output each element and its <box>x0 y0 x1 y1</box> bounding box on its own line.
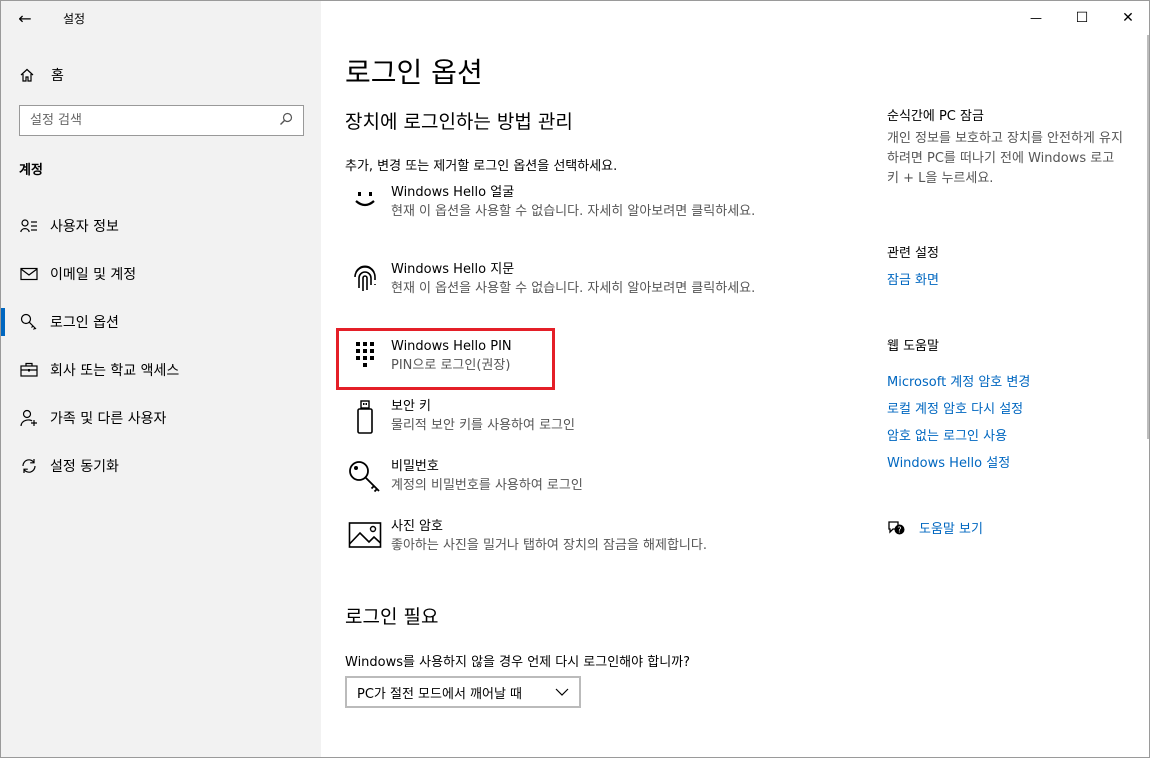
sidebar-item-sign-in-options[interactable]: 로그인 옵션 <box>1 298 321 346</box>
option-desc: 계정의 비밀번호를 사용하여 로그인 <box>391 478 583 493</box>
home-label: 홈 <box>51 68 64 84</box>
maximize-button[interactable]: ☐ <box>1059 1 1105 35</box>
help-link-reset-local-password[interactable]: 로컬 계정 암호 다시 설정 <box>887 398 1023 417</box>
sidebar-item-home[interactable]: 홈 <box>1 59 321 91</box>
highlight-box <box>336 328 555 390</box>
option-hello-face[interactable]: Windows Hello 얼굴 현재 이 옵션을 사용할 수 없습니다. 자세… <box>345 184 785 224</box>
lock-pc-title: 순식간에 PC 잠금 <box>887 109 984 124</box>
search-icon[interactable] <box>279 111 293 130</box>
related-settings-title: 관련 설정 <box>887 246 939 261</box>
picture-icon <box>345 518 385 558</box>
svg-text:?: ? <box>897 525 901 534</box>
get-help-row[interactable]: ? 도움말 보기 <box>887 518 983 537</box>
back-arrow-icon: ← <box>18 8 32 28</box>
home-icon <box>19 67 39 83</box>
minimize-button[interactable]: — <box>1013 1 1059 35</box>
window-controls: — ☐ ✕ <box>1013 1 1149 35</box>
option-name: 사진 암호 <box>391 519 443 534</box>
help-chat-icon: ? <box>887 520 905 536</box>
option-name: 보안 키 <box>391 399 432 414</box>
sidebar-section-label: 계정 <box>19 163 43 178</box>
section-title-require-sign-in: 로그인 필요 <box>345 606 439 628</box>
instruction-text: 추가, 변경 또는 제거할 로그인 옵션을 선택하세요. <box>345 159 618 174</box>
option-hello-fingerprint[interactable]: Windows Hello 지문 현재 이 옵션을 사용할 수 없습니다. 자세… <box>345 261 785 301</box>
sidebar-item-work-school[interactable]: 회사 또는 학교 액세스 <box>1 346 321 394</box>
help-link-hello-setup[interactable]: Windows Hello 설정 <box>887 452 1010 471</box>
option-name: 비밀번호 <box>391 459 439 474</box>
back-button[interactable]: ← <box>1 1 49 35</box>
sidebar-item-label: 회사 또는 학교 액세스 <box>50 363 180 379</box>
search-box[interactable] <box>19 105 304 136</box>
app-title: 설정 <box>63 11 86 26</box>
sidebar-item-label: 로그인 옵션 <box>50 315 119 331</box>
mail-icon <box>19 267 39 281</box>
sidebar-item-label: 사용자 정보 <box>50 219 119 235</box>
require-sign-in-dropdown[interactable]: PC가 절전 모드에서 깨어날 때 <box>345 676 581 708</box>
page-title: 로그인 옵션 <box>345 56 483 89</box>
help-link-change-ms-password[interactable]: Microsoft 계정 암호 변경 <box>887 371 1030 390</box>
usb-key-icon <box>345 398 385 438</box>
get-help-link[interactable]: 도움말 보기 <box>919 518 983 537</box>
option-desc: 좋아하는 사진을 밀거나 탭하여 장치의 잠금을 해제합니다. <box>391 538 707 553</box>
password-key-icon <box>345 458 385 498</box>
option-desc: 현재 이 옵션을 사용할 수 없습니다. 자세히 알아보려면 클릭하세요. <box>391 281 756 296</box>
option-security-key[interactable]: 보안 키 물리적 보안 키를 사용하여 로그인 <box>345 398 785 438</box>
help-link-passwordless[interactable]: 암호 없는 로그인 사용 <box>887 425 1007 444</box>
face-icon <box>345 184 385 224</box>
briefcase-icon <box>19 362 39 378</box>
sidebar-item-email[interactable]: 이메일 및 계정 <box>1 250 321 298</box>
option-desc: 물리적 보안 키를 사용하여 로그인 <box>391 418 575 433</box>
close-icon: ✕ <box>1122 10 1134 26</box>
option-name: Windows Hello 얼굴 <box>391 185 515 200</box>
web-help-title: 웹 도움말 <box>887 339 939 354</box>
user-info-icon <box>19 218 39 234</box>
sidebar-item-family[interactable]: 가족 및 다른 사용자 <box>1 394 321 442</box>
settings-window: ← 설정 홈 계정 사용자 정보 <box>0 0 1150 758</box>
option-password[interactable]: 비밀번호 계정의 비밀번호를 사용하여 로그인 <box>345 458 785 498</box>
maximize-icon: ☐ <box>1075 10 1089 26</box>
add-user-icon <box>19 409 39 427</box>
main-content: — ☐ ✕ 로그인 옵션 장치에 로그인하는 방법 관리 추가, 변경 또는 제… <box>321 1 1149 757</box>
require-sign-in-question: Windows를 사용하지 않을 경우 언제 다시 로그인해야 합니까? <box>345 655 691 670</box>
lock-screen-link[interactable]: 잠금 화면 <box>887 269 939 288</box>
lock-pc-text: 개인 정보를 보호하고 장치를 안전하게 유지하려면 PC를 떠나기 전에 Wi… <box>887 131 1123 186</box>
section-title-manage: 장치에 로그인하는 방법 관리 <box>345 111 573 133</box>
sidebar-item-label: 설정 동기화 <box>50 459 119 475</box>
option-picture-password[interactable]: 사진 암호 좋아하는 사진을 밀거나 탭하여 장치의 잠금을 해제합니다. <box>345 518 785 558</box>
sidebar-item-sync[interactable]: 설정 동기화 <box>1 442 321 490</box>
sidebar-item-label: 가족 및 다른 사용자 <box>50 411 167 427</box>
option-desc: 현재 이 옵션을 사용할 수 없습니다. 자세히 알아보려면 클릭하세요. <box>391 204 756 219</box>
sidebar: ← 설정 홈 계정 사용자 정보 <box>1 1 321 757</box>
sidebar-nav: 사용자 정보 이메일 및 계정 로그인 옵션 회사 또는 학교 액세스 가족 및… <box>1 202 321 490</box>
sidebar-item-label: 이메일 및 계정 <box>50 267 137 283</box>
search-input[interactable] <box>30 113 260 128</box>
dropdown-value: PC가 절전 모드에서 깨어날 때 <box>357 686 523 702</box>
sidebar-item-user-info[interactable]: 사용자 정보 <box>1 202 321 250</box>
titlebar-left: ← 설정 <box>1 1 321 35</box>
fingerprint-icon <box>345 261 385 301</box>
key-icon <box>19 313 39 331</box>
option-name: Windows Hello 지문 <box>391 262 515 277</box>
close-button[interactable]: ✕ <box>1105 1 1149 35</box>
chevron-down-icon <box>555 685 569 700</box>
minimize-icon: — <box>1030 11 1042 25</box>
sync-icon <box>19 457 39 475</box>
